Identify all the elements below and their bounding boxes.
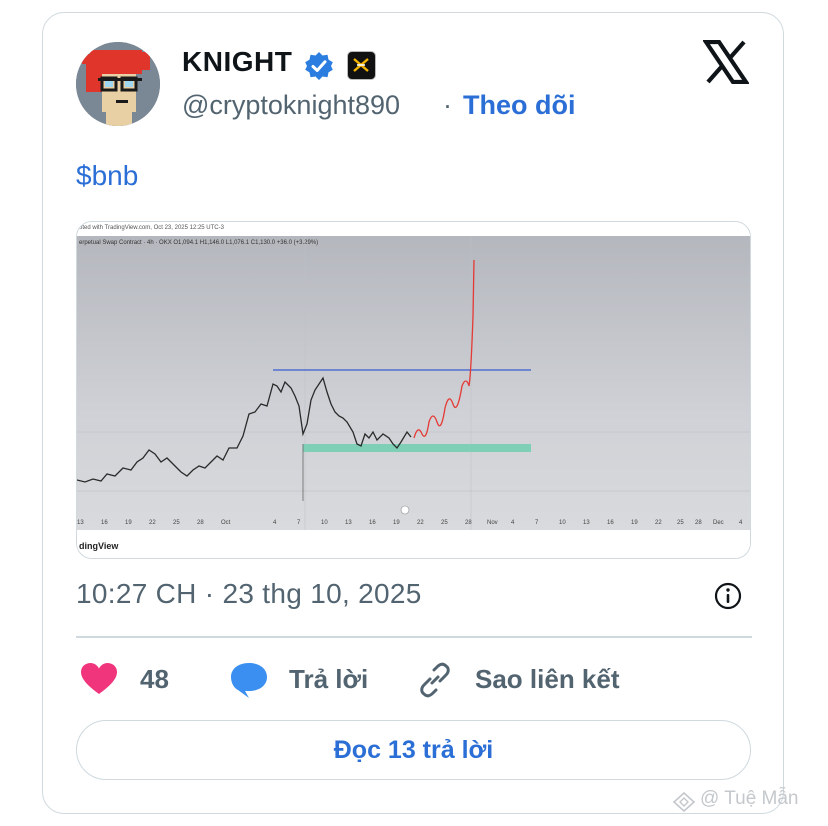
price-line (77, 376, 412, 483)
x-tick: Dec (713, 520, 724, 526)
x-tick: 22 (417, 520, 424, 526)
x-tick: 13 (77, 520, 84, 526)
x-tick: 19 (393, 520, 400, 526)
author-handle[interactable]: @cryptoknight890 (182, 90, 400, 121)
x-tick: 4 (273, 520, 277, 526)
copy-link-button[interactable]: Sao liên kết (475, 664, 620, 695)
x-tick: 28 (695, 520, 702, 526)
tweet-media-chart[interactable]: oted with TradingView.com, Oct 23, 2025 … (76, 221, 751, 559)
follow-link[interactable]: Theo dõi (463, 90, 575, 121)
x-tick: 4 (739, 520, 743, 526)
x-axis: 13 16 19 22 25 28 Oct 4 7 10 13 16 19 22… (77, 520, 750, 530)
x-tick: 28 (465, 520, 472, 526)
x-tick: Oct (221, 520, 231, 526)
chart-footer-text: dingView (79, 541, 119, 551)
watermark-text: @ Tuệ Mẫn (700, 788, 799, 809)
projection-path (413, 259, 475, 439)
divider (76, 636, 752, 638)
chart-header: oted with TradingView.com, Oct 23, 2025 … (77, 222, 750, 236)
chart-footer: dingView (77, 530, 750, 558)
x-tick: 7 (535, 520, 539, 526)
x-tick: Nov (487, 520, 498, 526)
tweet-text[interactable]: $bnb (76, 160, 138, 192)
chart-area: erpetual Swap Contract · 4h · OKX O1,094… (77, 236, 750, 530)
x-tick: 16 (101, 520, 108, 526)
x-logo-icon[interactable] (703, 40, 749, 84)
x-tick: 13 (583, 520, 590, 526)
x-tick: 22 (655, 520, 662, 526)
affiliate-logo (353, 58, 369, 72)
x-tick: 25 (677, 520, 684, 526)
heart-icon[interactable] (80, 662, 118, 696)
reply-bubble-icon[interactable] (229, 661, 269, 699)
avatar[interactable] (76, 42, 160, 126)
support-zone (303, 444, 531, 452)
read-replies-button[interactable]: Đọc 13 trả lời (76, 720, 751, 780)
x-tick: 10 (321, 520, 328, 526)
avatar-image (76, 42, 160, 126)
verified-badge-icon (305, 52, 333, 80)
x-tick: 25 (441, 520, 448, 526)
x-tick: 4 (511, 520, 515, 526)
handle-separator: · (443, 90, 452, 120)
x-tick: 28 (197, 520, 204, 526)
likes-count[interactable]: 48 (140, 664, 169, 695)
x-tick: 13 (345, 520, 352, 526)
x-tick: 22 (149, 520, 156, 526)
link-icon[interactable] (416, 661, 454, 699)
info-icon[interactable] (713, 581, 743, 611)
reply-button[interactable]: Trả lời (289, 664, 368, 695)
tweet-timestamp[interactable]: 10:27 CH · 23 thg 10, 2025 (76, 578, 422, 610)
x-tick: 10 (559, 520, 566, 526)
chart-header-text: oted with TradingView.com, Oct 23, 2025 … (79, 225, 224, 231)
affiliate-badge-icon[interactable] (347, 51, 376, 80)
x-tick: 19 (631, 520, 638, 526)
watermark-logo-icon (672, 792, 696, 812)
chart-drawing (77, 236, 750, 530)
author-name[interactable]: KNIGHT (182, 46, 292, 78)
x-tick: 7 (297, 520, 301, 526)
x-tick: 16 (607, 520, 614, 526)
x-tick: 25 (173, 520, 180, 526)
x-tick: 19 (125, 520, 132, 526)
x-tick: 16 (369, 520, 376, 526)
